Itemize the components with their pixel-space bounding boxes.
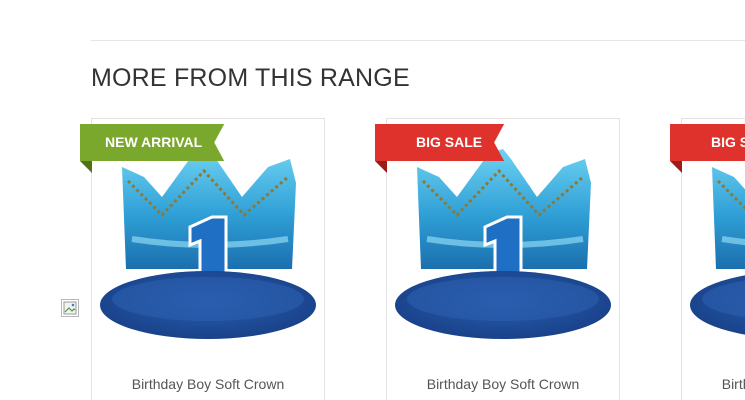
section-title: MORE FROM THIS RANGE (91, 64, 410, 92)
big-sale-badge: BIG SALE (670, 124, 745, 173)
product-card[interactable]: BIG SALE Birthday Boy Soft Crown (375, 118, 620, 400)
product-name[interactable]: Birthday Boy Soft Crown (387, 376, 619, 392)
badge-label: BIG SALE (375, 124, 504, 161)
product-name[interactable]: Birthday Boy Soft Crown (682, 376, 745, 392)
big-sale-badge: BIG SALE (375, 124, 504, 173)
product-page: MORE FROM THIS RANGE NEW ARRIVAL Birthda… (0, 0, 745, 400)
product-card[interactable]: NEW ARRIVAL Birthday Boy Soft Crown (80, 118, 325, 400)
broken-image-icon (61, 299, 79, 317)
badge-label: NEW ARRIVAL (80, 124, 224, 161)
product-name[interactable]: Birthday Boy Soft Crown (92, 376, 324, 392)
badge-label: BIG SALE (670, 124, 745, 161)
product-card[interactable]: BIG SALE Birthday Boy Soft Crown (670, 118, 745, 400)
new-arrival-badge: NEW ARRIVAL (80, 124, 224, 173)
badge-fold (80, 161, 92, 173)
section-divider (91, 40, 745, 41)
badge-fold (375, 161, 387, 173)
badge-fold (670, 161, 682, 173)
